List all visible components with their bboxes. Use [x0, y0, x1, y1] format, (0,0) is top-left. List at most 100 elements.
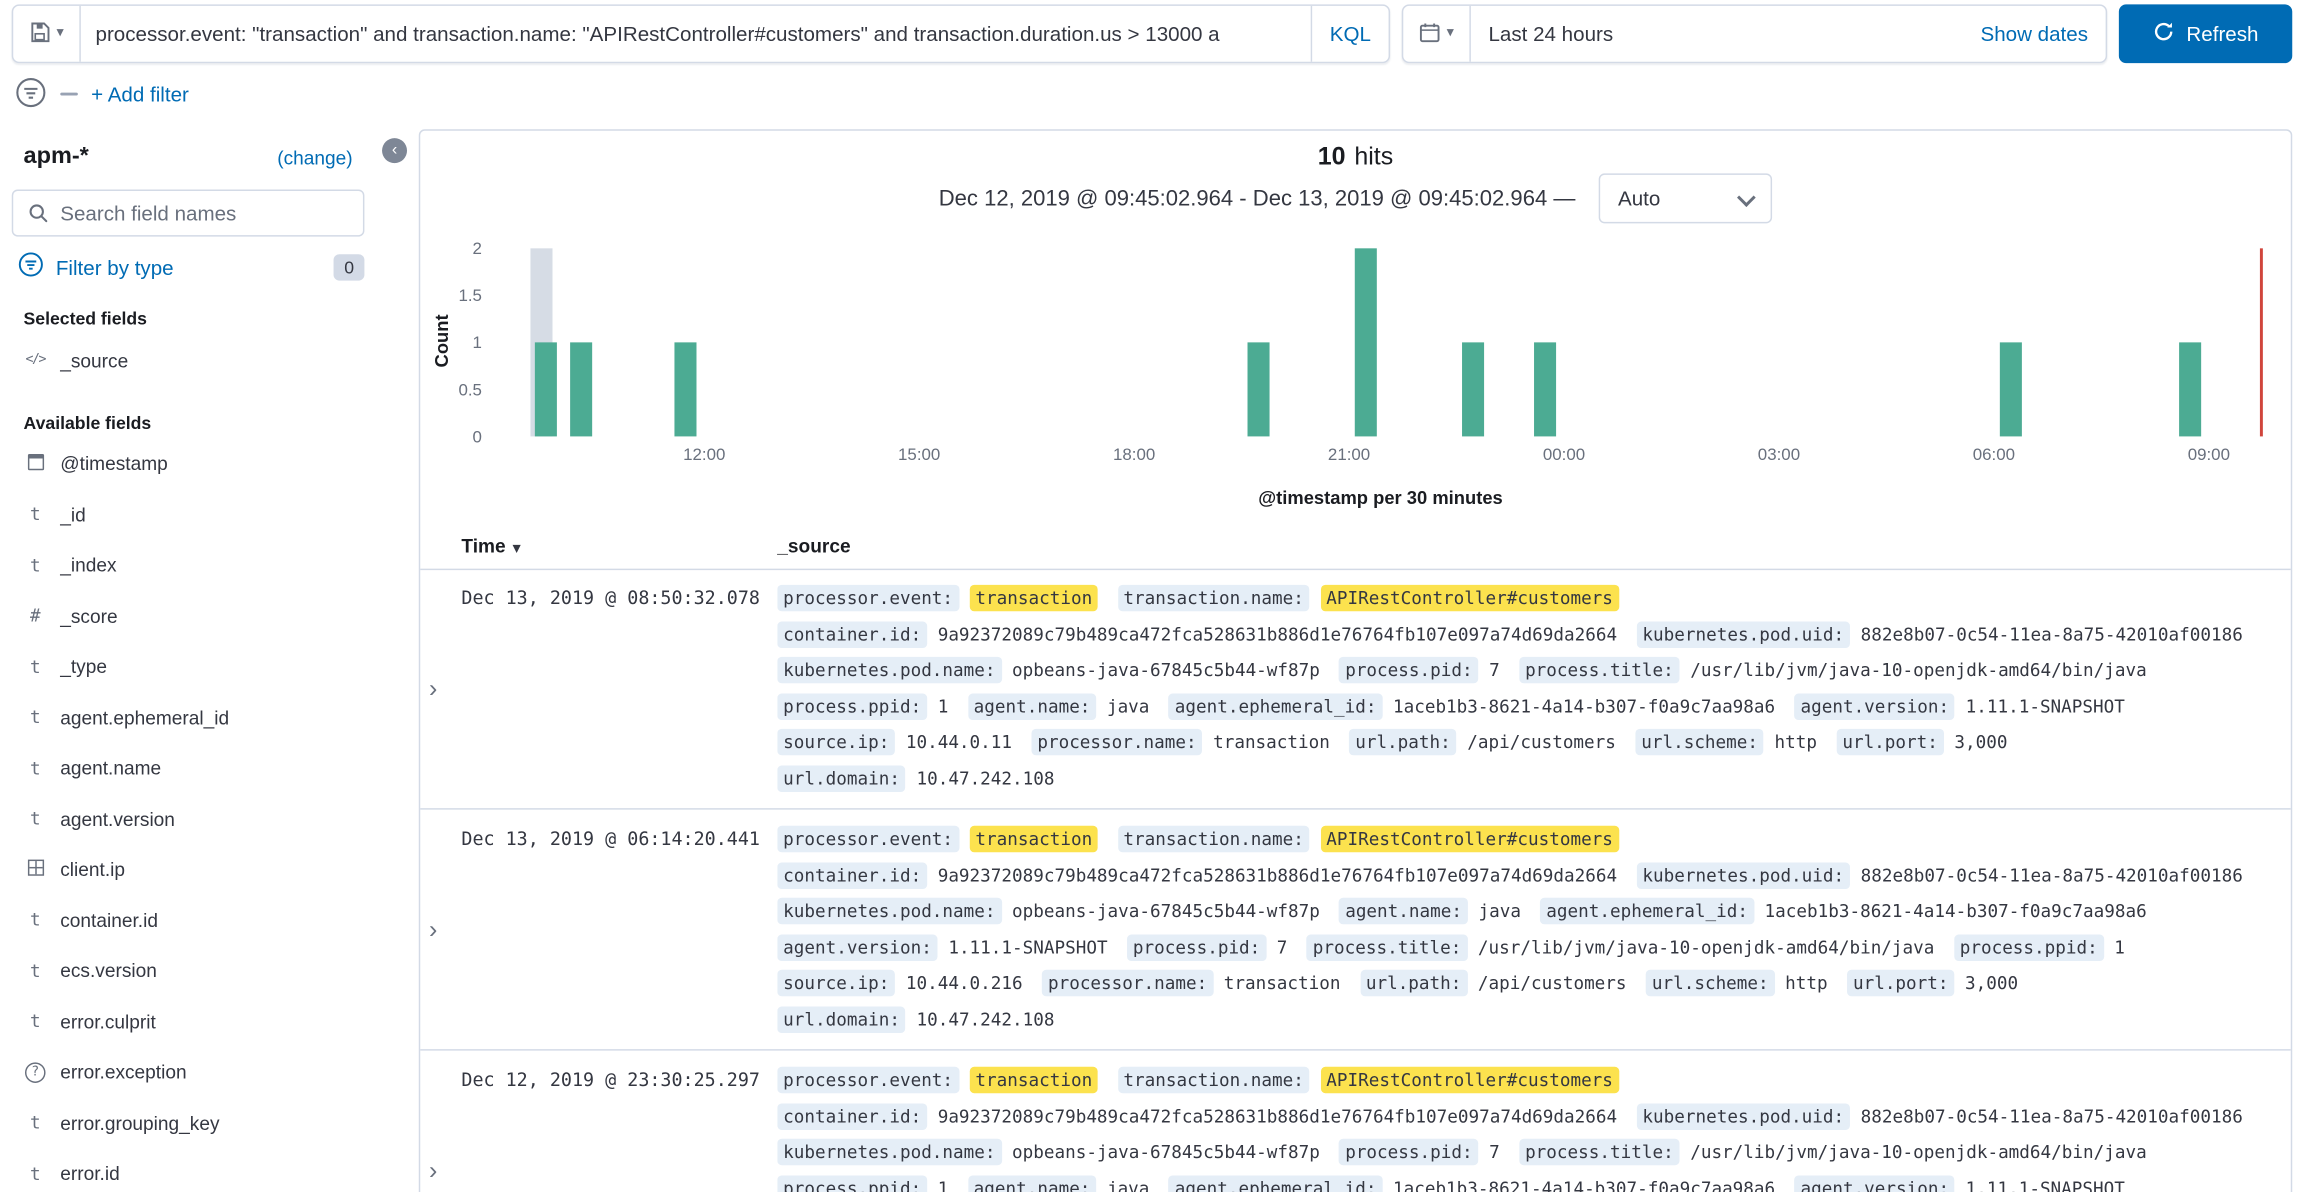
source-field: container.id: 9a92372089c79b489ca472fca5… [777, 1106, 1617, 1127]
field-item-_type[interactable]: t_type [0, 641, 385, 692]
expand-row-button[interactable]: › [429, 1062, 461, 1192]
field-value: APIRestController#customers [1320, 585, 1618, 611]
histogram-bar[interactable] [2179, 342, 2201, 436]
field-key: process.pid: [1339, 657, 1478, 683]
x-axis-tick-label: 21:00 [1328, 447, 1370, 465]
query-bar: ▾ processor.event: "transaction" and tra… [12, 4, 1390, 63]
hits-label: hits [1354, 143, 1393, 171]
field-item-@timestamp[interactable]: @timestamp [0, 439, 385, 490]
field-item-agent.version[interactable]: tagent.version [0, 793, 385, 844]
date-quick-select-button[interactable]: ▾ [1403, 6, 1471, 62]
field-value: transaction [970, 826, 1099, 852]
source-field: kubernetes.pod.name: opbeans-java-67845c… [777, 901, 1320, 922]
source-field: url.scheme: http [1646, 973, 1828, 994]
field-value: 1.11.1-SNAPSHOT [1966, 1178, 2125, 1192]
source-field: agent.version: 1.11.1-SNAPSHOT [1795, 1178, 2125, 1192]
column-header-source: _source [777, 535, 850, 557]
collapse-sidebar-button[interactable]: ‹ [382, 138, 407, 163]
field-type-icon-string: t [24, 1013, 48, 1031]
table-row: ›Dec 13, 2019 @ 06:14:20.441processor.ev… [420, 810, 2291, 1051]
field-item-_source[interactable]: </>_source [0, 335, 385, 386]
saved-query-menu-button[interactable]: ▾ [13, 6, 81, 62]
chevron-down-icon: ▾ [1447, 26, 1454, 41]
x-axis-tick-label: 09:00 [2188, 447, 2230, 465]
source-field: processor.event: transaction [777, 1070, 1098, 1091]
field-key: processor.event: [777, 585, 959, 611]
field-value: 7 [1489, 1142, 1500, 1163]
query-language-button[interactable]: KQL [1311, 6, 1389, 62]
source-field: agent.ephemeral_id: 1aceb1b3-8621-4a14-b… [1169, 696, 1775, 717]
field-value: /usr/lib/jvm/java-10-openjdk-amd64/bin/j… [1690, 660, 2146, 681]
field-item-error.exception[interactable]: ?error.exception [0, 1047, 385, 1098]
filter-menu-button[interactable] [15, 76, 47, 113]
source-field: processor.name: transaction [1042, 973, 1340, 994]
field-key: container.id: [777, 621, 927, 647]
expand-row-button[interactable]: › [429, 821, 461, 1037]
source-field: agent.name: java [1339, 901, 1521, 922]
filter-by-type-button[interactable]: Filter by type 0 [18, 251, 365, 282]
field-value: transaction [970, 585, 1099, 611]
field-key: process.title: [1307, 934, 1467, 960]
field-item-error.culprit[interactable]: terror.culprit [0, 996, 385, 1047]
doc-timestamp: Dec 13, 2019 @ 08:50:32.078 [461, 580, 777, 796]
histogram-bar[interactable] [1462, 342, 1484, 436]
histogram-bar[interactable] [674, 342, 696, 436]
refresh-button[interactable]: Refresh [2119, 4, 2292, 63]
field-key: agent.version: [777, 934, 937, 960]
field-item-ecs.version[interactable]: tecs.version [0, 946, 385, 997]
field-value: 10.47.242.108 [916, 768, 1054, 789]
x-axis-tick-label: 15:00 [898, 447, 940, 465]
y-axis-tick-label: 1.5 [458, 288, 482, 306]
histogram-bar[interactable] [1534, 342, 1556, 436]
expand-row-button[interactable]: › [429, 580, 461, 796]
field-name: _index [60, 554, 116, 576]
change-index-pattern-button[interactable]: (change) [277, 146, 352, 168]
field-name: error.grouping_key [60, 1112, 219, 1134]
field-item-container.id[interactable]: tcontainer.id [0, 895, 385, 946]
question-glyph: ? [25, 1063, 46, 1084]
field-item-client.ip[interactable]: client.ip [0, 844, 385, 895]
column-header-time[interactable]: Time▾ [461, 535, 520, 557]
source-field: process.ppid: 1 [777, 1178, 948, 1192]
query-input[interactable]: processor.event: "transaction" and trans… [81, 6, 1311, 62]
field-item-agent.ephemeral_id[interactable]: tagent.ephemeral_id [0, 692, 385, 743]
field-item-_index[interactable]: t_index [0, 540, 385, 591]
ip-glyph [27, 860, 43, 876]
chevron-down-icon [1737, 188, 1756, 207]
show-dates-button[interactable]: Show dates [1963, 6, 2106, 62]
available-fields-list: @timestampt_idt_index#_scoret_typetagent… [0, 439, 385, 1192]
time-range-button[interactable]: Last 24 hours [1471, 6, 1963, 62]
field-value: 9a92372089c79b489ca472fca528631b886d1e76… [938, 865, 1617, 886]
chevron-down-icon: ▾ [57, 26, 64, 41]
field-value: java [1479, 901, 1521, 922]
field-item-_id[interactable]: t_id [0, 489, 385, 540]
stage: ▾ processor.event: "transaction" and tra… [0, 0, 2304, 1192]
filter-count-badge: 0 [334, 253, 364, 279]
field-item-_score[interactable]: #_score [0, 591, 385, 642]
source-field: agent.name: java [968, 696, 1150, 717]
histogram-bar[interactable] [2000, 342, 2022, 436]
field-key: kubernetes.pod.name: [777, 657, 1001, 683]
field-item-agent.name[interactable]: tagent.name [0, 743, 385, 794]
add-filter-button[interactable]: + Add filter [91, 82, 189, 106]
chart-subtitle: Dec 12, 2019 @ 09:45:02.964 - Dec 13, 20… [420, 173, 2291, 223]
source-field: url.domain: 10.47.242.108 [777, 1009, 1054, 1030]
field-value: 1 [2114, 937, 2125, 958]
histogram-bar[interactable] [570, 342, 592, 436]
field-key: container.id: [777, 1103, 927, 1129]
histogram-bar[interactable] [1247, 342, 1269, 436]
field-item-error.grouping_key[interactable]: terror.grouping_key [0, 1098, 385, 1149]
field-key: process.title: [1519, 657, 1679, 683]
source-field: source.ip: 10.44.0.216 [777, 973, 1022, 994]
source-field: url.port: 3,000 [1847, 973, 2018, 994]
source-field: processor.name: transaction [1031, 732, 1329, 753]
search-input[interactable] [13, 200, 363, 226]
histogram-bar[interactable] [1355, 248, 1377, 436]
field-item-error.id[interactable]: terror.id [0, 1148, 385, 1191]
field-value: 1 [938, 696, 949, 717]
interval-select[interactable]: Auto [1599, 173, 1772, 223]
source-field: processor.event: transaction [777, 829, 1098, 850]
source-field: kubernetes.pod.name: opbeans-java-67845c… [777, 1142, 1320, 1163]
field-key: url.path: [1360, 970, 1467, 996]
histogram-bar[interactable] [535, 342, 557, 436]
